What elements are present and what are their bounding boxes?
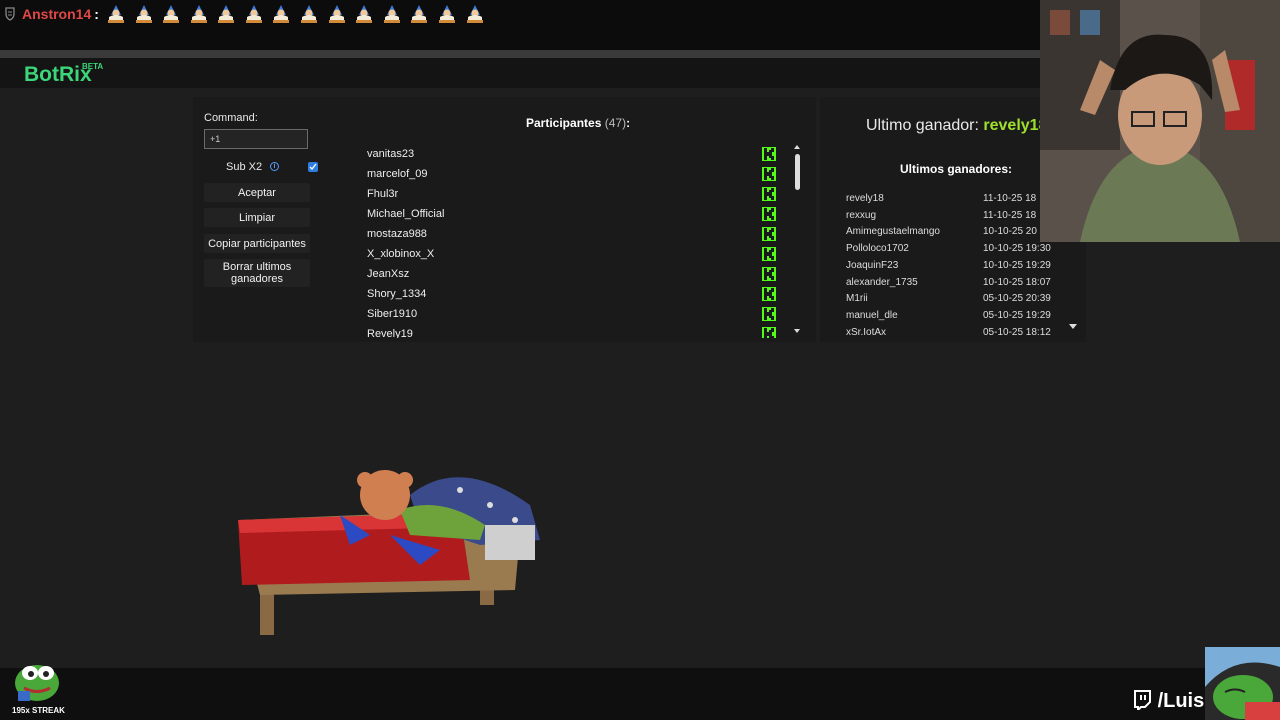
checkmark-icon	[309, 163, 317, 171]
streamer-webcam-image	[1040, 0, 1280, 242]
streak-label: 195x STREAK	[12, 706, 65, 715]
command-input[interactable]	[204, 129, 308, 149]
sub-x2-label: Sub X2	[226, 161, 263, 173]
sleeping-emote-icon	[439, 5, 456, 23]
winner-name: Amimegustaelmango	[846, 226, 940, 238]
winners-scroll-down-icon[interactable]	[1068, 322, 1078, 330]
kick-icon	[762, 307, 776, 321]
kick-icon	[762, 267, 776, 281]
last-winner-name: revely18	[983, 117, 1048, 134]
pepe-streak-icon	[15, 665, 59, 701]
participants-label: Participantes	[526, 116, 602, 130]
participant-name: Fhul3r	[367, 188, 399, 200]
command-label: Command:	[204, 112, 258, 124]
winner-name: Polloloco1702	[846, 243, 909, 255]
botrix-header	[0, 58, 1040, 88]
sub-x2-checkbox[interactable]	[308, 162, 318, 172]
participant-name: X_xlobinox_X	[367, 248, 435, 260]
winner-name: rexxug	[846, 209, 877, 221]
twitch-icon	[1134, 690, 1151, 713]
kick-icon	[762, 327, 776, 338]
chat-username: Anstron14	[22, 6, 92, 22]
participant-name: Revely19	[367, 328, 413, 338]
kick-icon	[762, 187, 776, 201]
winner-date: 05-10-25 20:39	[983, 293, 1051, 305]
sleeping-bed-illustration	[238, 470, 540, 635]
sleeping-emote-icon	[411, 5, 428, 23]
sleeping-emote-icon	[163, 5, 180, 23]
kick-icon	[762, 147, 776, 161]
sleeping-emote-icon	[328, 5, 345, 23]
participant-name: Shory_1334	[367, 288, 427, 300]
winner-date: 10-10-25 18:07	[983, 276, 1051, 288]
sleeping-emote-icon	[245, 5, 262, 23]
winner-name: revely18	[846, 193, 884, 204]
scroll-thumb[interactable]	[795, 154, 800, 190]
limpiar-button[interactable]: Limpiar	[204, 208, 310, 227]
pepe-sleep-emote-icon	[1205, 647, 1280, 720]
winner-date: 11-10-25 18	[983, 193, 1037, 204]
participant-name: mostaza988	[367, 228, 427, 240]
kick-icon	[762, 167, 776, 181]
kick-icon	[762, 227, 776, 241]
winner-name: M1rii	[846, 293, 868, 305]
participant-name: vanitas23	[367, 148, 415, 160]
participant-name: Michael_Official	[367, 208, 445, 220]
sleeping-emote-icon	[301, 5, 318, 23]
sleeping-emote-icon	[107, 5, 124, 23]
winner-name: xSr.IotAx	[846, 326, 887, 338]
sleeping-emote-icon	[135, 5, 152, 23]
sleeping-emote-icon	[383, 5, 400, 23]
participants-list[interactable]: vanitas23 marcelof_09 Fhul3r Michael_Offici…	[352, 144, 794, 338]
kick-icon	[762, 287, 776, 301]
winner-name: JoaquinF23	[846, 259, 899, 271]
moderator-badge-icon	[5, 7, 15, 21]
bottom-bar	[0, 668, 1280, 720]
winner-date: 10-10-25 19:29	[983, 259, 1051, 271]
sleeping-emote-icon	[218, 5, 235, 23]
info-icon[interactable]: i	[270, 162, 279, 171]
winner-date: 10-10-25 19:30	[983, 243, 1051, 255]
webcam-overlay	[1040, 0, 1280, 242]
participants-suffix: :	[626, 116, 631, 130]
last-winner: Ultimo ganador: revely18	[866, 117, 1047, 135]
winner-date: 05-10-25 18:12	[983, 326, 1051, 338]
borrar-ganadores-button[interactable]: Borrar ultimos ganadores	[204, 259, 310, 287]
sleeping-emote-icon	[356, 5, 373, 23]
emote-row	[105, 3, 491, 25]
participant-name: marcelof_09	[367, 168, 428, 180]
winner-date: 10-10-25 20	[983, 226, 1037, 238]
kick-icon	[762, 247, 776, 261]
copiar-participantes-button[interactable]: Copiar participantes	[204, 234, 310, 253]
chat-message: Anstron14 :	[4, 3, 491, 25]
chat-colon: :	[94, 6, 99, 22]
winner-date: 05-10-25 19:29	[983, 309, 1051, 321]
beta-badge: BETA	[82, 62, 104, 71]
scroll-up-icon[interactable]	[793, 144, 801, 150]
winner-date: 11-10-25 18	[983, 209, 1037, 221]
kick-icon	[762, 207, 776, 221]
scroll-down-icon[interactable]	[793, 328, 801, 334]
winner-name: alexander_1735	[846, 276, 918, 288]
winner-name: manuel_dle	[846, 309, 898, 321]
sleeping-emote-icon	[466, 5, 483, 23]
sleeping-emote-icon	[190, 5, 207, 23]
last-winner-label: Ultimo ganador:	[866, 117, 979, 134]
sleeping-emote-icon	[273, 5, 290, 23]
divider	[0, 50, 1040, 58]
participants-scrollbar[interactable]	[793, 144, 801, 338]
aceptar-button[interactable]: Aceptar	[204, 183, 310, 202]
participants-title: Participantes (47):	[526, 116, 630, 130]
participants-count: (47)	[604, 116, 627, 130]
participant-name: JeanXsz	[367, 268, 410, 280]
participant-name: Siber1910	[367, 308, 418, 320]
winners-title: Ultimos ganadores:	[900, 162, 1013, 176]
